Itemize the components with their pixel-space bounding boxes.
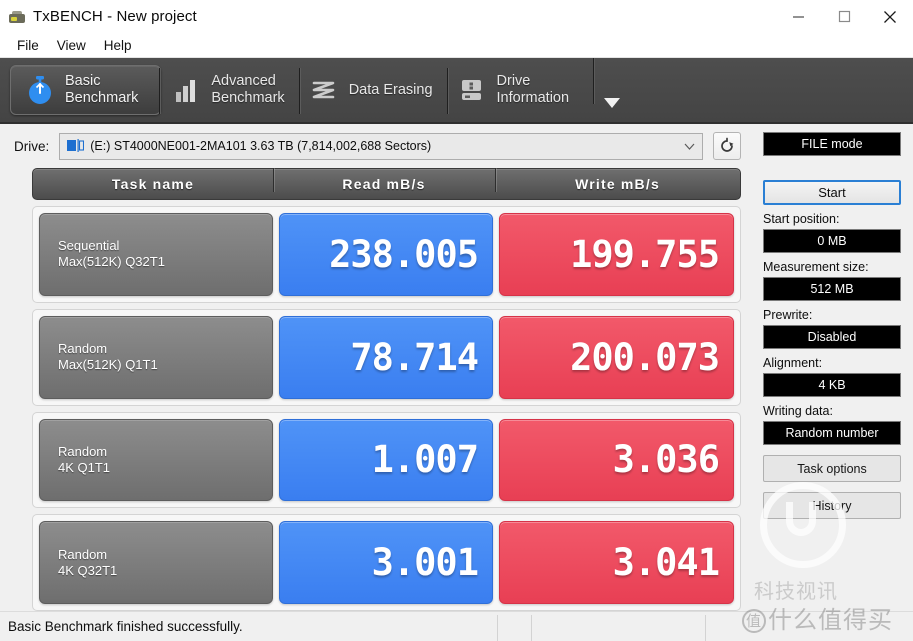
main-content: Drive: (E:) ST4000NE001-2MA101 3.63 TB (… xyxy=(0,124,913,611)
tab-basic-benchmark[interactable]: Basic Benchmark xyxy=(10,65,162,115)
write-value: 200.073 xyxy=(499,315,734,399)
task-name-line2: Max(512K) Q1T1 xyxy=(58,357,158,373)
read-value: 1.007 xyxy=(279,418,493,502)
prewrite-value[interactable]: Disabled xyxy=(763,325,901,349)
drive-info-icon xyxy=(457,73,487,107)
task-name-line2: 4K Q32T1 xyxy=(58,562,118,578)
tab-label-data-erasing: Data Erasing xyxy=(348,81,433,98)
table-row: Random 4K Q32T1 3.001 3.041 xyxy=(32,514,741,611)
drive-label: Drive: xyxy=(14,138,50,154)
window-title: TxBENCH - New project xyxy=(33,8,197,25)
menu-item-file[interactable]: File xyxy=(8,36,48,55)
status-message: Basic Benchmark finished successfully. xyxy=(8,619,243,634)
mode-display[interactable]: FILE mode xyxy=(763,132,901,156)
task-name-cell: Random 4K Q1T1 xyxy=(39,418,273,502)
task-name-cell: Sequential Max(512K) Q32T1 xyxy=(39,213,273,296)
prewrite-label: Prewrite: xyxy=(763,308,813,322)
task-name-cell: Random Max(512K) Q1T1 xyxy=(39,315,273,399)
task-name-line1: Random xyxy=(58,443,108,459)
bar-chart-icon xyxy=(171,73,201,107)
drive-selected-value: (E:) ST4000NE001-2MA101 3.63 TB (7,814,0… xyxy=(90,139,432,153)
write-value: 199.755 xyxy=(499,213,734,296)
read-value: 238.005 xyxy=(279,213,493,296)
title-bar: TxBENCH - New project xyxy=(0,0,913,33)
minimize-icon[interactable] xyxy=(775,0,821,33)
left-pane: Drive: (E:) ST4000NE001-2MA101 3.63 TB (… xyxy=(0,124,755,611)
measurement-size-value[interactable]: 512 MB xyxy=(763,277,901,301)
results-table-header: Task name Read mB/s Write mB/s xyxy=(32,168,741,200)
read-value: 3.001 xyxy=(279,521,493,604)
column-header-task-name: Task name xyxy=(111,176,195,192)
results-table: Task name Read mB/s Write mB/s Sequentia… xyxy=(32,168,741,611)
start-position-value[interactable]: 0 MB xyxy=(763,229,901,253)
status-bar: Basic Benchmark finished successfully. xyxy=(0,611,913,641)
table-row: Random 4K Q1T1 1.007 3.036 xyxy=(32,411,741,509)
eraser-wave-icon xyxy=(309,73,339,107)
menu-item-help[interactable]: Help xyxy=(95,36,141,55)
tab-label-advanced-benchmark: Advanced Benchmark xyxy=(211,73,285,106)
drive-row: Drive: (E:) ST4000NE001-2MA101 3.63 TB (… xyxy=(0,124,755,168)
menu-item-view[interactable]: View xyxy=(48,36,95,55)
drive-icon xyxy=(67,139,85,153)
table-row: Sequential Max(512K) Q32T1 238.005 199.7… xyxy=(32,206,741,303)
maximize-icon[interactable] xyxy=(821,0,867,33)
tab-label-drive-information: Drive Information xyxy=(496,73,570,106)
drive-select[interactable]: (E:) ST4000NE001-2MA101 3.63 TB (7,814,0… xyxy=(59,132,703,160)
txbench-window: TxBENCH - New project File View Help Bas… xyxy=(0,0,913,641)
refresh-icon[interactable] xyxy=(713,132,741,160)
settings-sidebar: FILE mode Start Start position: 0 MB Mea… xyxy=(755,124,913,611)
tab-data-erasing[interactable]: Data Erasing xyxy=(298,58,447,122)
status-separator xyxy=(531,615,532,641)
drive-chevron-down-icon[interactable] xyxy=(678,143,700,150)
menu-bar: File View Help xyxy=(0,33,913,58)
tab-strip: Basic Benchmark Advanced Benchmark Data … xyxy=(0,58,913,124)
status-separator xyxy=(497,615,498,641)
tab-drive-information[interactable]: Drive Information xyxy=(446,58,584,122)
writing-data-value[interactable]: Random number xyxy=(763,421,901,445)
window-controls xyxy=(775,0,913,33)
alignment-value[interactable]: 4 KB xyxy=(763,373,901,397)
history-button[interactable]: History xyxy=(763,492,901,519)
write-value: 3.036 xyxy=(499,418,734,502)
measurement-size-label: Measurement size: xyxy=(763,260,869,274)
task-name-cell: Random 4K Q32T1 xyxy=(39,521,273,604)
stopwatch-icon xyxy=(25,73,55,107)
task-name-line1: Random xyxy=(58,546,108,562)
task-name-line2: Max(512K) Q32T1 xyxy=(58,254,165,270)
write-value: 3.041 xyxy=(499,521,734,604)
close-icon[interactable] xyxy=(867,0,913,33)
tab-overflow-chevron-down-icon[interactable] xyxy=(593,58,633,122)
alignment-label: Alignment: xyxy=(763,356,823,370)
task-options-button[interactable]: Task options xyxy=(763,455,901,482)
table-row: Random Max(512K) Q1T1 78.714 200.073 xyxy=(32,308,741,406)
status-separator xyxy=(705,615,706,641)
read-value: 78.714 xyxy=(279,315,493,399)
tab-label-basic-benchmark: Basic Benchmark xyxy=(65,73,139,106)
column-header-write: Write mB/s xyxy=(495,168,740,192)
task-name-line1: Sequential xyxy=(58,238,120,254)
column-header-read: Read mB/s xyxy=(273,168,495,192)
task-name-line2: 4K Q1T1 xyxy=(58,459,111,475)
start-button[interactable]: Start xyxy=(763,180,901,205)
writing-data-label: Writing data: xyxy=(763,404,833,418)
start-position-label: Start position: xyxy=(763,212,840,226)
tab-advanced-benchmark[interactable]: Advanced Benchmark xyxy=(159,58,298,122)
txbench-app-icon xyxy=(9,9,25,25)
task-name-line1: Random xyxy=(58,341,108,357)
